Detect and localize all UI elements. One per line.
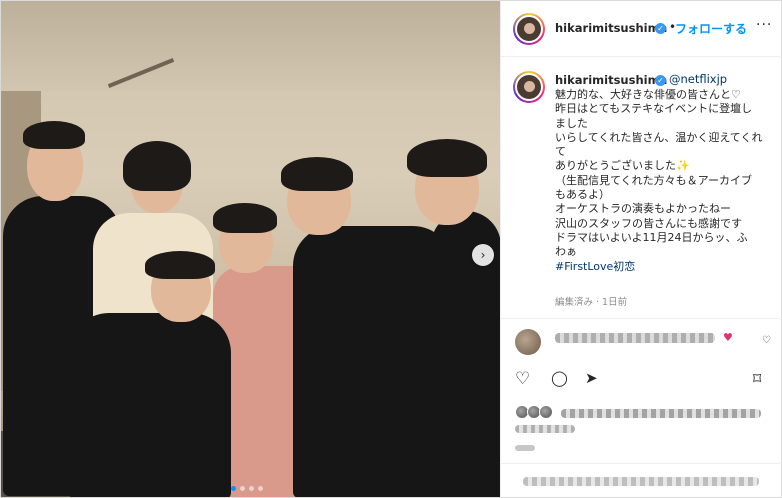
post-meta: 編集済み · 1日前: [555, 297, 628, 308]
heart-icon: ♥: [723, 331, 733, 344]
caption-line: ました: [555, 116, 588, 130]
avatar[interactable]: [513, 13, 545, 45]
caption-line: ドラマはいよいよ11月24日からッ、ふ: [555, 230, 748, 244]
caption-line: オーケストラの演奏もよかったねー: [555, 202, 731, 216]
share-icon[interactable]: ➤: [585, 371, 598, 386]
comment-icon[interactable]: ◯: [551, 371, 568, 386]
caption-line: 魅力的な、大好きな俳優の皆さんと♡: [555, 88, 741, 101]
post-side-panel: hikarimitsushima ✓ • フォローする ··· hikarimi…: [500, 1, 782, 497]
post-header: hikarimitsushima ✓ • フォローする ···: [501, 1, 782, 57]
mention-link[interactable]: @netflixjp: [669, 72, 727, 86]
blurred-login-text: [523, 477, 759, 486]
caption-line: 沢山のスタッフの皆さんにも感謝です: [555, 216, 742, 230]
hashtag-link[interactable]: #FirstLove初恋: [555, 260, 773, 274]
caption-line: わぁ: [555, 245, 577, 259]
carousel-dots: [231, 486, 263, 491]
caption-line: ありがとうございました✨: [555, 159, 690, 173]
like-icon[interactable]: ♡: [515, 371, 530, 388]
caption-line: て: [555, 145, 566, 159]
comment-row: ♥ ♡: [501, 319, 782, 364]
action-bar: ♡ ◯ ➤ ⌑: [501, 369, 782, 395]
verified-icon: ✓: [655, 75, 666, 86]
caption-username-link[interactable]: hikarimitsushima: [555, 73, 667, 87]
caption-block: hikarimitsushima ✓ @netflixjp 魅力的な、大好きな俳…: [501, 57, 782, 319]
post-photo[interactable]: ›: [1, 1, 500, 497]
login-prompt: [501, 463, 782, 497]
carousel-next-button[interactable]: ›: [472, 244, 494, 266]
more-options-icon[interactable]: ···: [756, 17, 772, 33]
avatar[interactable]: [513, 71, 545, 103]
blurred-likes-count: [515, 425, 575, 433]
verified-icon: ✓: [655, 23, 666, 34]
caption-line: 昨日はとてもステキなイベントに登壇し: [555, 102, 753, 116]
blurred-date: [515, 445, 535, 451]
carousel-dot: [249, 486, 254, 491]
blurred-likes-text: [561, 409, 761, 418]
caption-line: いらしてくれた皆さん、温かく迎えてくれ: [555, 130, 763, 144]
likes-summary: [501, 405, 782, 435]
carousel-dot: [231, 486, 236, 491]
chevron-right-icon: ›: [480, 248, 486, 262]
liker-avatar: [539, 405, 553, 419]
commenter-avatar[interactable]: [515, 329, 541, 355]
comment-like-icon[interactable]: ♡: [762, 335, 771, 346]
caption-line: （生配信見てくれた方々も＆アーカイブ: [555, 173, 753, 187]
follow-button[interactable]: フォローする: [675, 20, 747, 37]
photo-ceiling: [1, 1, 500, 91]
caption-line: もあるよ）: [555, 188, 610, 202]
username-link[interactable]: hikarimitsushima: [555, 21, 667, 35]
blurred-comment-text: [555, 333, 715, 343]
caption-text: 魅力的な、大好きな俳優の皆さんと♡ 昨日はとてもステキなイベントに登壇し ました…: [555, 88, 773, 274]
carousel-dot: [258, 486, 263, 491]
carousel-dot: [240, 486, 245, 491]
save-icon[interactable]: ⌑: [753, 371, 761, 387]
